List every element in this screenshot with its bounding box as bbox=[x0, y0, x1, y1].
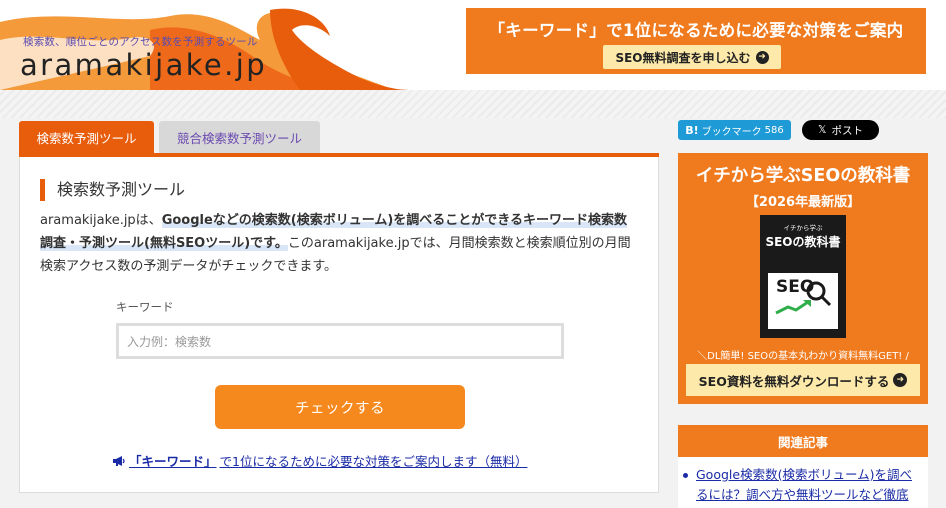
book-cover-card: SEO bbox=[768, 273, 838, 329]
promo-link-keyword: 「キーワード」 bbox=[129, 454, 217, 469]
hatena-b-icon: B! bbox=[685, 123, 699, 137]
intro-text: aramakijake.jpは、Googleなどの検索数(検索ボリューム)を調べ… bbox=[40, 209, 640, 278]
seo-survey-button[interactable]: SEO無料調査を申し込む ➜ bbox=[603, 45, 781, 69]
site-header: 検索数、順位ごとのアクセス数を予測するツール aramakijake.jp 「キ… bbox=[0, 0, 946, 90]
hatena-bookmark-button[interactable]: B! ブックマーク 586 bbox=[678, 120, 791, 140]
check-button[interactable]: チェックする bbox=[215, 385, 465, 429]
related-article-link[interactable]: Google検索数(検索ボリューム)を調べるには？調べ方や無料ツールなど徹底 bbox=[683, 465, 918, 505]
hatena-label: ブックマーク bbox=[701, 126, 762, 138]
section-title: 検索数予測ツール bbox=[40, 179, 185, 201]
tab-competitor-search-volume[interactable]: 競合検索数予測ツール bbox=[159, 121, 320, 154]
book-cover-top: イチから学ぶ bbox=[783, 224, 823, 232]
x-post-button[interactable]: 𝕏 ポスト bbox=[802, 120, 879, 140]
seo-download-label: SEO資料を無料ダウンロードする bbox=[698, 373, 890, 389]
seo-ebook-banner[interactable]: イチから学ぶSEOの教科書 【2026年最新版】 イチから学ぶ SEOの教科書 … bbox=[678, 153, 928, 404]
ebook-note: ＼DL簡単! SEOの基本丸わかり資料無料GET! / bbox=[697, 351, 909, 362]
ebook-edition: 【2026年最新版】 bbox=[745, 195, 861, 210]
seo-survey-button-label: SEO無料調査を申し込む bbox=[615, 50, 751, 65]
header-banner[interactable]: 「キーワード」で1位になるために必要な対策をご案内 SEO無料調査を申し込む ➜ bbox=[466, 8, 926, 74]
tab-search-volume[interactable]: 検索数予測ツール bbox=[19, 121, 154, 154]
site-logo[interactable]: aramakijake.jp bbox=[20, 48, 267, 82]
x-post-label: ポスト bbox=[831, 124, 863, 137]
keyword-input[interactable]: 入力例：検索数 bbox=[116, 323, 564, 359]
header-divider bbox=[0, 90, 946, 118]
hatena-count: 586 bbox=[764, 124, 784, 136]
header-banner-headline: 「キーワード」で1位になるために必要な対策をご案内 bbox=[488, 21, 904, 40]
growth-arrow-icon bbox=[775, 300, 811, 315]
related-articles-heading: 関連記事 bbox=[678, 425, 928, 457]
x-logo-icon: 𝕏 bbox=[818, 124, 827, 136]
arrow-right-icon: ➜ bbox=[893, 373, 908, 387]
keyword-consultation-link[interactable]: 「キーワード」 で1位になるために必要な対策をご案内します（無料） bbox=[112, 451, 527, 470]
intro-lead: aramakijake.jpは、 bbox=[40, 213, 162, 228]
tool-panel: 検索数予測ツール aramakijake.jpは、Googleなどの検索数(検索… bbox=[19, 157, 659, 493]
site-tagline: 検索数、順位ごとのアクセス数を予測するツール bbox=[23, 36, 258, 48]
seo-download-button[interactable]: SEO資料を無料ダウンロードする ➜ bbox=[686, 364, 920, 396]
book-cover-title: SEOの教科書 bbox=[765, 235, 841, 249]
megaphone-icon bbox=[113, 455, 125, 466]
ebook-title: イチから学ぶSEOの教科書 bbox=[695, 166, 911, 186]
related-articles-list: Google検索数(検索ボリューム)を調べるには？調べ方や無料ツールなど徹底 bbox=[678, 457, 928, 508]
ebook-cover: イチから学ぶ SEOの教科書 SEO bbox=[760, 215, 846, 338]
promo-link-text: で1位になるために必要な対策をご案内します（無料） bbox=[219, 454, 528, 469]
keyword-label: キーワード bbox=[116, 300, 174, 314]
arrow-right-icon: ➜ bbox=[755, 50, 769, 64]
